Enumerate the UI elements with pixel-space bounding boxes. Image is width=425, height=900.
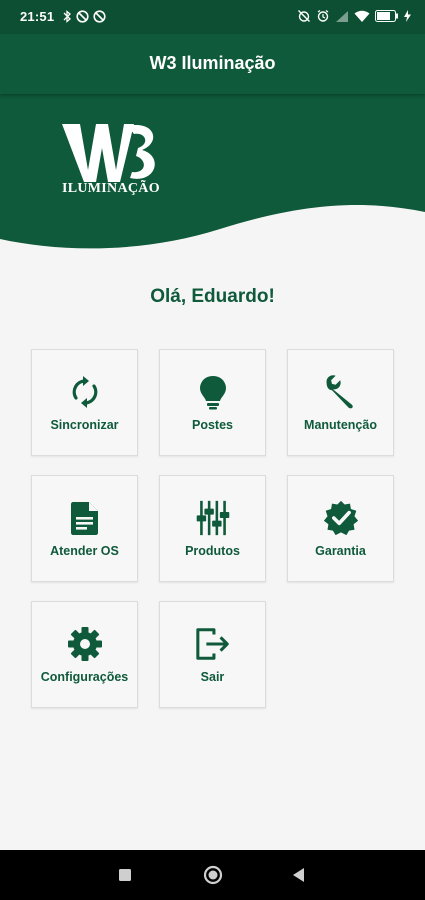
menu-tile-label: Garantia: [315, 543, 366, 558]
menu-tile-label: Manutenção: [304, 417, 377, 432]
bluetooth-icon: [63, 10, 71, 23]
dnd-icon: [76, 10, 89, 23]
navigation-bar: [0, 850, 425, 900]
home-button[interactable]: [203, 865, 223, 885]
status-bar: 21:51: [0, 0, 425, 34]
menu-tile-manutencao[interactable]: Manutenção: [287, 349, 394, 456]
menu-tile-sincronizar[interactable]: Sincronizar: [31, 349, 138, 456]
greeting: Olá, Eduardo!: [150, 286, 275, 307]
back-button[interactable]: [293, 868, 305, 882]
badge-check-icon: [323, 500, 359, 536]
lightbulb-icon: [195, 374, 231, 410]
wrench-icon: [323, 374, 359, 410]
menu-tile-sair[interactable]: Sair: [159, 601, 266, 708]
menu-tile-postes[interactable]: Postes: [159, 349, 266, 456]
menu-tile-label: Sair: [200, 669, 225, 684]
menu-tile-atender-os[interactable]: Atender OS: [31, 475, 138, 582]
status-left-icons: [62, 10, 106, 23]
app-title: W3 Iluminação: [149, 53, 276, 73]
alarm-icon: [317, 10, 329, 22]
dnd-icon: [93, 10, 106, 23]
wifi-icon: [354, 10, 370, 22]
alarm-off-icon: [298, 10, 310, 22]
menu-tile-label: Sincronizar: [50, 417, 119, 432]
gear-icon: [67, 626, 103, 662]
menu-tile-garantia[interactable]: Garantia: [287, 475, 394, 582]
menu-tile-produtos[interactable]: Produtos: [159, 475, 266, 582]
sliders-icon: [195, 500, 231, 536]
menu-tile-label: Configurações: [40, 669, 129, 684]
charging-icon: [404, 10, 411, 22]
status-time: 21:51: [20, 9, 55, 24]
recents-button[interactable]: [119, 869, 131, 881]
logo-subtitle: ILUMINAÇÃO: [62, 181, 160, 196]
menu-tile-label: Produtos: [185, 543, 240, 558]
menu-tile-configuracoes[interactable]: Configurações: [31, 601, 138, 708]
app-bar: W3 Iluminação: [0, 34, 425, 94]
logout-icon: [195, 626, 231, 662]
menu-tile-label: Postes: [192, 417, 233, 432]
menu-tile-label: Atender OS: [50, 543, 119, 558]
battery-icon: [375, 10, 398, 22]
document-icon: [67, 500, 103, 536]
status-right-icons: [297, 9, 411, 23]
signal-icon: [336, 10, 348, 22]
sync-icon: [67, 374, 103, 410]
